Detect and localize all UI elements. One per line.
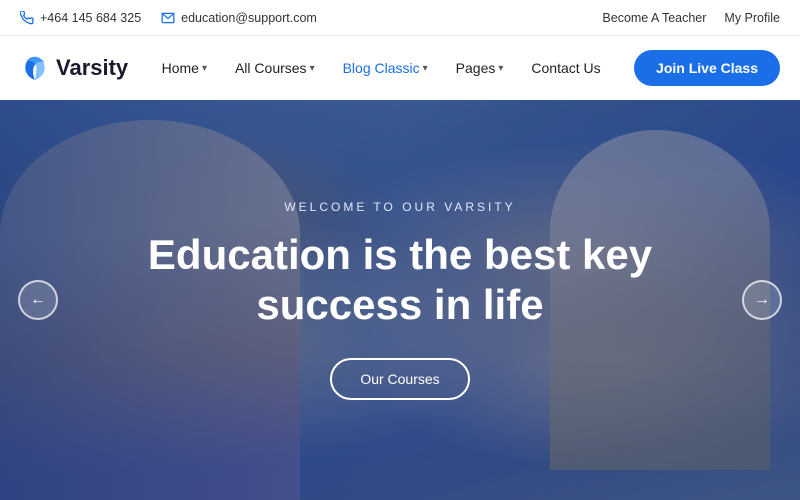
chevron-down-icon: ▾ (202, 63, 207, 74)
nav-item-home[interactable]: Home ▾ (150, 52, 219, 84)
nav-links: Home ▾ All Courses ▾ Blog Classic ▾ Page… (150, 52, 613, 84)
phone-icon (20, 11, 34, 25)
logo-icon (20, 53, 50, 83)
logo-text: Varsity (56, 55, 128, 81)
hero-title: Education is the best key success in lif… (100, 230, 700, 329)
chevron-down-icon: ▾ (310, 63, 315, 74)
chevron-down-icon: ▾ (423, 63, 428, 74)
hero-arrow-right-button[interactable]: → (742, 280, 782, 320)
top-bar-left: +464 145 684 325 education@support.com (20, 11, 317, 25)
email-info: education@support.com (161, 11, 317, 25)
navbar: Varsity Home ▾ All Courses ▾ Blog Classi… (0, 36, 800, 100)
become-teacher-link[interactable]: Become A Teacher (602, 11, 706, 25)
logo[interactable]: Varsity (20, 53, 128, 83)
nav-item-pages[interactable]: Pages ▾ (444, 52, 516, 84)
hero-content: WELCOME TO OUR VARSITY Education is the … (0, 100, 800, 500)
top-bar-right: Become A Teacher My Profile (602, 11, 780, 25)
hero-subtitle: WELCOME TO OUR VARSITY (284, 200, 515, 214)
hero-section: WELCOME TO OUR VARSITY Education is the … (0, 100, 800, 500)
hero-arrow-left-button[interactable]: ← (18, 280, 58, 320)
chevron-down-icon: ▾ (498, 63, 503, 74)
email-address: education@support.com (181, 11, 317, 25)
nav-item-contact[interactable]: Contact Us (519, 52, 612, 84)
our-courses-button[interactable]: Our Courses (330, 358, 469, 400)
join-live-class-button[interactable]: Join Live Class (634, 50, 780, 86)
nav-item-blog-classic[interactable]: Blog Classic ▾ (331, 52, 440, 84)
phone-info: +464 145 684 325 (20, 11, 141, 25)
email-icon (161, 11, 175, 25)
phone-number: +464 145 684 325 (40, 11, 141, 25)
nav-item-all-courses[interactable]: All Courses ▾ (223, 52, 327, 84)
top-bar: +464 145 684 325 education@support.com B… (0, 0, 800, 36)
my-profile-link[interactable]: My Profile (724, 11, 780, 25)
